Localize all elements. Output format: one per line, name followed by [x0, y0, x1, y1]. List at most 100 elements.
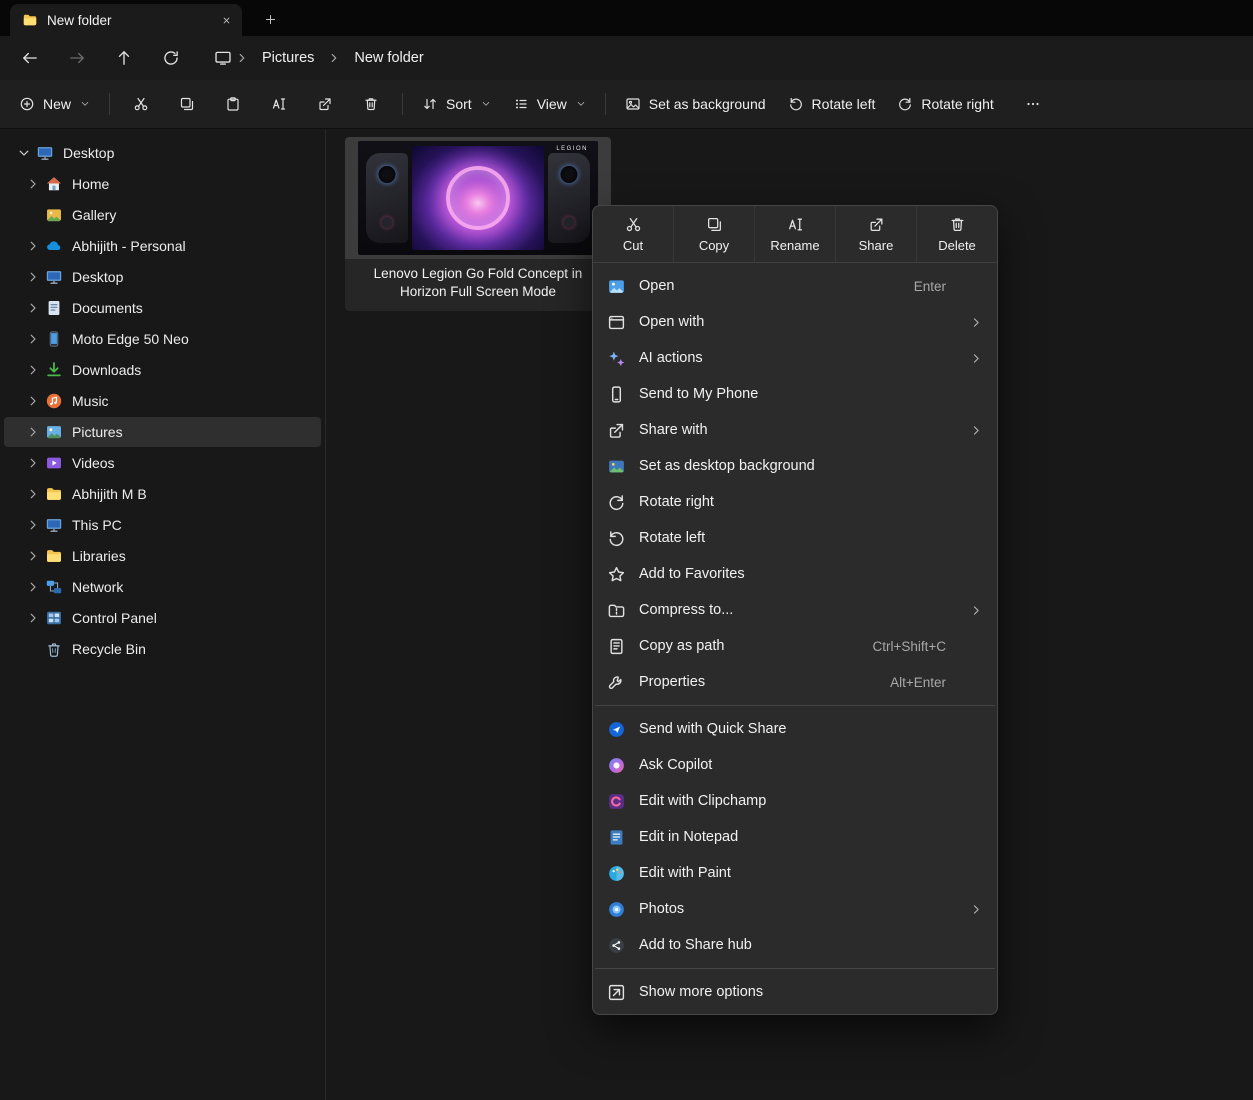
tree-chevron-right-icon[interactable] [23, 362, 43, 378]
menu-item-rotate-right[interactable]: Rotate right [598, 484, 992, 520]
menu-item-add-to-share-hub[interactable]: Add to Share hub [598, 927, 992, 963]
sidebar-item-recycle-bin[interactable]: Recycle Bin [4, 634, 321, 664]
submenu-chevron-slot [970, 939, 983, 952]
menu-item-edit-in-notepad[interactable]: Edit in Notepad [598, 819, 992, 855]
menu-item-add-to-favorites[interactable]: Add to Favorites [598, 556, 992, 592]
tree-chevron-right-icon[interactable] [23, 455, 43, 471]
sidebar-item-label: Downloads [72, 362, 141, 378]
menu-item-send-to-my-phone[interactable]: Send to My Phone [598, 376, 992, 412]
view-button[interactable]: View [502, 87, 597, 121]
menu-item-ai-actions[interactable]: AI actions [598, 340, 992, 376]
sidebar-item-abhijith-personal[interactable]: Abhijith - Personal [4, 231, 321, 261]
sort-button[interactable]: Sort [411, 87, 502, 121]
sidebar-item-this-pc[interactable]: This PC [4, 510, 321, 540]
paste-button[interactable] [210, 87, 256, 121]
menu-item-rotate-left[interactable]: Rotate left [598, 520, 992, 556]
submenu-chevron-icon [970, 352, 983, 365]
tree-chevron-right-icon[interactable] [23, 486, 43, 502]
sidebar-item-network[interactable]: Network [4, 572, 321, 602]
rotate-right-button[interactable]: Rotate right [886, 87, 1004, 121]
delete-button[interactable] [348, 87, 394, 121]
tree-chevron-down-icon[interactable] [14, 145, 34, 161]
sidebar-item-libraries[interactable]: Libraries [4, 541, 321, 571]
tree-chevron-right-icon[interactable] [23, 548, 43, 564]
submenu-chevron-slot [970, 831, 983, 844]
clipchamp-icon [607, 792, 626, 811]
menu-item-open-with[interactable]: Open with [598, 304, 992, 340]
menu-item-open[interactable]: OpenEnter [598, 268, 992, 304]
new-tab-button[interactable] [264, 13, 277, 26]
quick-action-copy[interactable]: Copy [673, 206, 754, 262]
expander-spacer [23, 641, 43, 657]
quick-action-delete[interactable]: Delete [916, 206, 997, 262]
menu-item-show-more-options[interactable]: Show more options [598, 974, 992, 1010]
desktop-icon [36, 144, 54, 162]
rotate-left-button[interactable]: Rotate left [777, 87, 887, 121]
sidebar-item-gallery[interactable]: Gallery [4, 200, 321, 230]
tree-chevron-right-icon[interactable] [23, 176, 43, 192]
explorer-tab[interactable]: New folder [10, 4, 242, 36]
sidebar-item-label: Desktop [72, 269, 123, 285]
sidebar-item-downloads[interactable]: Downloads [4, 355, 321, 385]
menu-item-send-with-quick-share[interactable]: Send with Quick Share [598, 711, 992, 747]
menu-item-copy-as-path[interactable]: Copy as pathCtrl+Shift+C [598, 628, 992, 664]
tree-chevron-right-icon[interactable] [23, 517, 43, 533]
rotate-right-label: Rotate right [921, 96, 993, 112]
sidebar-item-videos[interactable]: Videos [4, 448, 321, 478]
file-tile[interactable]: LEGION Lenovo Legion Go Fold Concept in … [345, 137, 611, 311]
share-button[interactable] [302, 87, 348, 121]
sidebar-item-home[interactable]: Home [4, 169, 321, 199]
sidebar-item-control-panel[interactable]: Control Panel [4, 603, 321, 633]
tree-chevron-right-icon[interactable] [23, 269, 43, 285]
menu-item-label: Compress to... [639, 602, 957, 618]
tree-chevron-right-icon[interactable] [23, 610, 43, 626]
forward-button[interactable] [57, 40, 97, 76]
menu-item-label: Share with [639, 422, 957, 438]
refresh-button[interactable] [151, 40, 191, 76]
tree-chevron-right-icon[interactable] [23, 331, 43, 347]
tree-chevron-right-icon[interactable] [23, 579, 43, 595]
tree-chevron-right-icon[interactable] [23, 424, 43, 440]
menu-item-edit-with-paint[interactable]: Edit with Paint [598, 855, 992, 891]
sidebar-item-pictures[interactable]: Pictures [4, 417, 321, 447]
menu-item-properties[interactable]: PropertiesAlt+Enter [598, 664, 992, 700]
toolbar-icon-buttons [118, 87, 394, 121]
sidebar-item-desktop[interactable]: Desktop [4, 262, 321, 292]
chevron-right-icon [235, 51, 249, 65]
sidebar-item-documents[interactable]: Documents [4, 293, 321, 323]
breadcrumb-item-new-folder[interactable]: New folder [344, 46, 433, 70]
tab-close-icon[interactable] [221, 15, 232, 26]
menu-item-share-with[interactable]: Share with [598, 412, 992, 448]
quick-action-share[interactable]: Share [835, 206, 916, 262]
tree-chevron-right-icon[interactable] [23, 300, 43, 316]
tree-chevron-right-icon[interactable] [23, 393, 43, 409]
sidebar-item-abhijith-m-b[interactable]: Abhijith M B [4, 479, 321, 509]
menu-item-label: Edit with Clipchamp [639, 793, 957, 809]
menu-item-compress-to[interactable]: Compress to... [598, 592, 992, 628]
up-button[interactable] [104, 40, 144, 76]
paint-icon [607, 864, 626, 883]
quick-action-rename[interactable]: Rename [754, 206, 835, 262]
sidebar-item-moto-edge-50-neo[interactable]: Moto Edge 50 Neo [4, 324, 321, 354]
sidebar-item-music[interactable]: Music [4, 386, 321, 416]
back-button[interactable] [10, 40, 50, 76]
menu-item-photos[interactable]: Photos [598, 891, 992, 927]
share-icon [868, 216, 885, 233]
cut-button[interactable] [118, 87, 164, 121]
music-icon [45, 392, 63, 410]
copy-button[interactable] [164, 87, 210, 121]
breadcrumb-item-pictures[interactable]: Pictures [252, 46, 324, 70]
tree-chevron-right-icon[interactable] [23, 238, 43, 254]
quick-action-cut[interactable]: Cut [593, 206, 673, 262]
sidebar-item-desktop[interactable]: Desktop [4, 138, 321, 168]
new-button[interactable]: New [8, 87, 101, 121]
more-options-button[interactable] [1013, 87, 1053, 121]
menu-item-set-as-desktop-background[interactable]: Set as desktop background [598, 448, 992, 484]
menu-item-ask-copilot[interactable]: Ask Copilot [598, 747, 992, 783]
submenu-chevron-slot [970, 640, 983, 653]
menu-item-edit-with-clipchamp[interactable]: Edit with Clipchamp [598, 783, 992, 819]
gallery-icon [45, 206, 63, 224]
rename-button[interactable] [256, 87, 302, 121]
set-as-background-button[interactable]: Set as background [614, 87, 777, 121]
rotate-left-icon [788, 96, 804, 112]
